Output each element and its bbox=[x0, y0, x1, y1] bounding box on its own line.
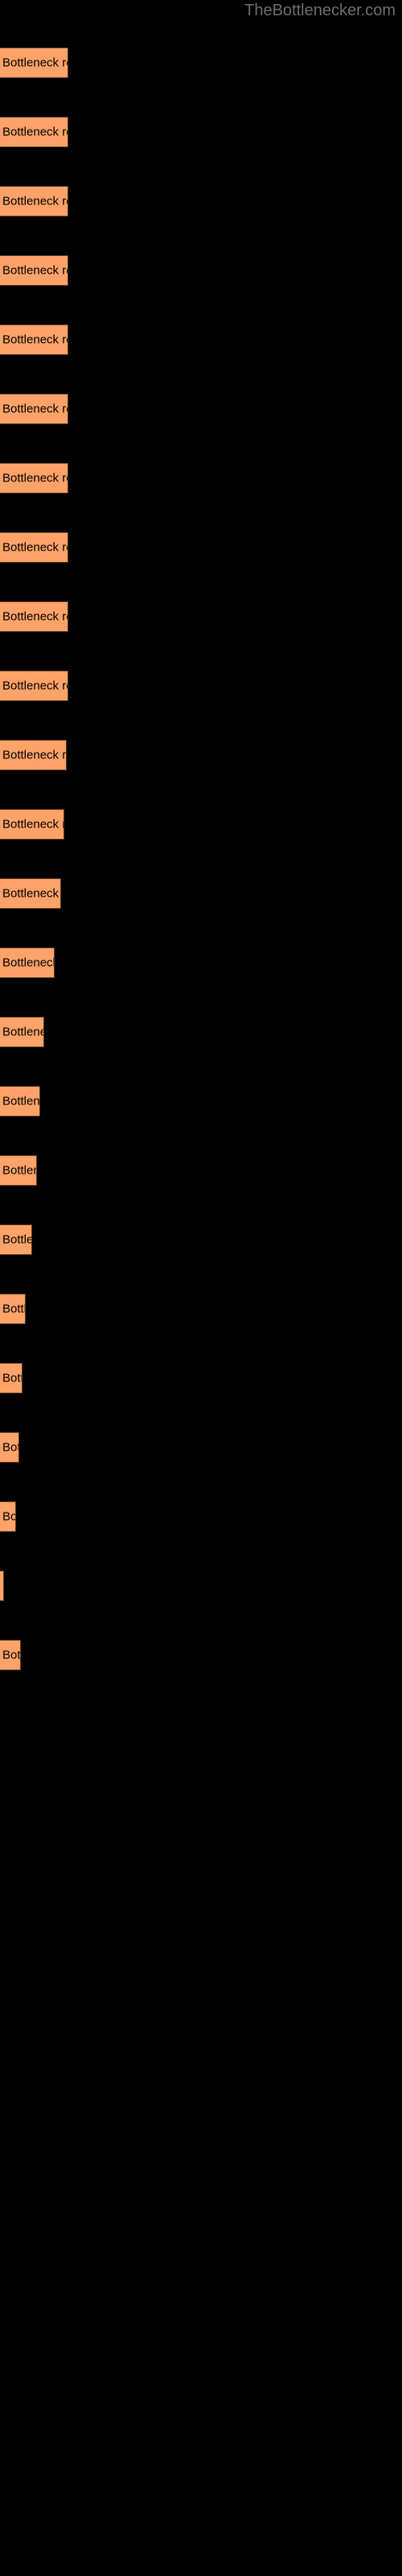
bar-label: Bottleneck result bbox=[2, 1371, 22, 1385]
bar-row: Bottleneck result bbox=[0, 324, 68, 355]
bar[interactable]: Bottleneck result bbox=[0, 947, 55, 978]
bar-row: Bottleneck result bbox=[0, 601, 68, 632]
bar-label: Bottleneck result bbox=[2, 1232, 31, 1247]
site-title: TheBottlenecker.com bbox=[244, 2, 396, 19]
bar-label: Bottleneck result bbox=[2, 1163, 36, 1178]
bar-row: Bottleneck result bbox=[0, 1017, 44, 1047]
bar-label: Bottleneck result bbox=[2, 125, 68, 139]
bar-label: Bottleneck result bbox=[2, 540, 68, 555]
bar-row: Bottleneck result bbox=[0, 47, 68, 78]
bar[interactable]: Bottleneck result bbox=[0, 1086, 40, 1117]
bar[interactable]: Bottleneck result bbox=[0, 1432, 19, 1463]
bar[interactable]: Bottleneck result bbox=[0, 1294, 26, 1324]
bar-label: Bottleneck result bbox=[2, 956, 55, 970]
bar[interactable]: Bottleneck result bbox=[0, 532, 68, 563]
bar[interactable]: Bottleneck result bbox=[0, 1501, 16, 1532]
bar-row: Bottleneck result bbox=[0, 463, 68, 493]
bar[interactable]: Bottleneck result bbox=[0, 809, 64, 840]
bar-row: Bottleneck result bbox=[0, 1294, 26, 1324]
bar[interactable]: Bottleneck result bbox=[0, 117, 68, 147]
bar-row: Bottleneck result bbox=[0, 671, 68, 701]
bar[interactable]: Bottleneck result bbox=[0, 1571, 4, 1601]
bar-label: Bottleneck result bbox=[2, 609, 68, 624]
bar[interactable]: Bottleneck result bbox=[0, 324, 68, 355]
bar-row: Bottleneck result bbox=[0, 809, 64, 840]
bar[interactable]: Bottleneck result bbox=[0, 186, 68, 217]
bar-row: Bottleneck result bbox=[0, 878, 61, 909]
bar-row: Bottleneck result bbox=[0, 1224, 32, 1255]
bar[interactable]: Bottleneck result bbox=[0, 394, 68, 424]
bar-label: Bottleneck result bbox=[2, 1509, 16, 1524]
bar-label: Bottleneck result bbox=[2, 886, 60, 901]
bar-label: Bottleneck result bbox=[2, 1440, 18, 1455]
bar-row: Bottleneck result bbox=[0, 394, 68, 424]
bar[interactable]: Bottleneck result bbox=[0, 463, 68, 493]
bar-row: Bottleneck result bbox=[0, 1086, 40, 1117]
bar-label: Bottleneck result bbox=[2, 1302, 26, 1316]
bar-row: Bottleneck result bbox=[0, 740, 67, 770]
bar[interactable]: Bottleneck result bbox=[0, 601, 68, 632]
bar-row: Bottleneck result bbox=[0, 947, 55, 978]
bar-label: Bottleneck result bbox=[2, 1648, 21, 1662]
bottleneck-bar-chart: TheBottlenecker.com Bottleneck result Bot… bbox=[0, 0, 402, 2576]
bar-row: Bottleneck result bbox=[0, 1640, 21, 1670]
bar[interactable]: Bottleneck result bbox=[0, 740, 67, 770]
bar[interactable]: Bottleneck result bbox=[0, 878, 61, 909]
bar-label: Bottleneck result bbox=[2, 56, 68, 70]
bar[interactable]: Bottleneck result bbox=[0, 1363, 23, 1393]
bar-row: Bottleneck result bbox=[0, 255, 68, 286]
bar-label: Bottleneck result bbox=[2, 263, 68, 278]
bar-label: Bottleneck result bbox=[2, 194, 68, 208]
bar-row: Bottleneck result bbox=[0, 1501, 16, 1532]
bar[interactable]: Bottleneck result bbox=[0, 255, 68, 286]
bar-row: Bottleneck result bbox=[0, 1155, 37, 1186]
bar-label: Bottleneck result bbox=[2, 332, 68, 347]
bar-label: Bottleneck result bbox=[2, 402, 68, 416]
bar-label: Bottleneck result bbox=[2, 1025, 43, 1039]
bar-row: Bottleneck result bbox=[0, 117, 68, 147]
bar[interactable]: Bottleneck result bbox=[0, 1640, 21, 1670]
bar-label: Bottleneck result bbox=[2, 1579, 3, 1593]
bar-row: Bottleneck result bbox=[0, 532, 68, 563]
bar[interactable]: Bottleneck result bbox=[0, 1155, 37, 1186]
bar-row: Bottleneck result bbox=[0, 1571, 4, 1601]
bar[interactable]: Bottleneck result bbox=[0, 1224, 32, 1255]
bar-label: Bottleneck result bbox=[2, 679, 68, 693]
bar-label: Bottleneck result bbox=[2, 817, 64, 832]
bar[interactable]: Bottleneck result bbox=[0, 671, 68, 701]
bar[interactable]: Bottleneck result bbox=[0, 47, 68, 78]
bar[interactable]: Bottleneck result bbox=[0, 1017, 44, 1047]
bar-row: Bottleneck result bbox=[0, 1363, 23, 1393]
bar-row: Bottleneck result bbox=[0, 1432, 19, 1463]
bar-label: Bottleneck result bbox=[2, 748, 67, 762]
bar-row: Bottleneck result bbox=[0, 186, 68, 217]
bar-label: Bottleneck result bbox=[2, 471, 68, 485]
bar-label: Bottleneck result bbox=[2, 1094, 40, 1108]
